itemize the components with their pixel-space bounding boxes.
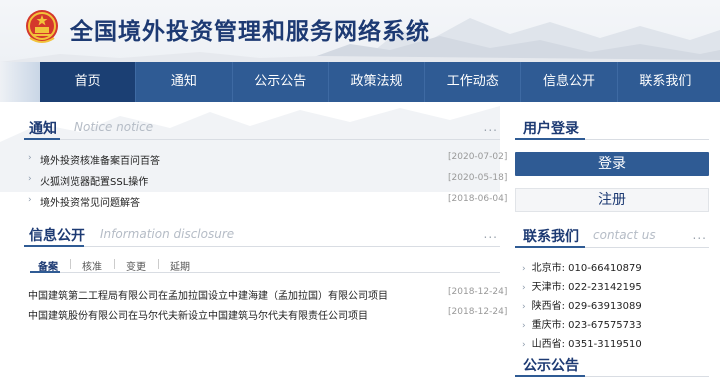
- nav-item-disclosure[interactable]: 信息公开: [521, 62, 618, 102]
- register-button[interactable]: 注册: [515, 188, 709, 212]
- contact-item: › 北京市: 010-66410879: [522, 263, 642, 274]
- tab-separator: [70, 259, 71, 269]
- nav-item-home[interactable]: 首页: [40, 62, 137, 102]
- nav-item-work-news[interactable]: 工作动态: [425, 62, 522, 102]
- disclosure-list-item[interactable]: 中国建筑股份有限公司在马尔代夫新设立中国建筑马尔代夫有限责任公司项目 [2018…: [28, 305, 507, 323]
- tab-change[interactable]: 变更: [126, 258, 146, 273]
- announce-title: 公示公告: [523, 358, 579, 374]
- disclosure-section-header: 信息公开 Information disclosure ...: [24, 225, 500, 247]
- contact-title: 联系我们: [523, 229, 579, 245]
- notice-title-en: Notice notice: [74, 120, 154, 134]
- main-nav: 首页 通知 公示公告 政策法规 工作动态 信息公开 联系我们: [40, 62, 713, 102]
- contact-more-link[interactable]: ...: [693, 228, 707, 242]
- active-tab-indicator: [30, 271, 60, 273]
- chevron-right-icon: ›: [522, 302, 526, 312]
- nav-item-announcement[interactable]: 公示公告: [233, 62, 329, 102]
- contact-item: › 重庆市: 023-67575733: [522, 320, 642, 331]
- notice-list-item[interactable]: › 境外投资核准备案百问百答 [2020-07-02]: [28, 150, 507, 168]
- contact-title-underline: [515, 246, 585, 248]
- site-header: 全国境外投资管理和服务网络系统: [0, 0, 720, 62]
- contact-item: › 山西省: 0351-3119510: [522, 339, 642, 350]
- disclosure-title-underline: [24, 245, 84, 247]
- notice-section-header: 通知 Notice notice ...: [24, 118, 500, 140]
- contact-section-header: 联系我们 contact us ...: [515, 226, 709, 248]
- nav-item-policy[interactable]: 政策法规: [329, 62, 426, 102]
- contact-item: › 天津市: 022-23142195: [522, 282, 642, 293]
- nav-item-notice[interactable]: 通知: [136, 62, 233, 102]
- user-login-section-header: 用户登录: [515, 118, 709, 140]
- site-title: 全国境外投资管理和服务网络系统: [70, 19, 430, 45]
- user-login-title-underline: [515, 138, 585, 140]
- disclosure-list-item[interactable]: 中国建筑第二工程局有限公司在孟加拉国设立中建海建（孟加拉国）有限公司项目 [20…: [28, 285, 507, 303]
- notice-title: 通知: [29, 121, 57, 137]
- login-button[interactable]: 登录: [515, 152, 709, 176]
- notice-list-item[interactable]: › 火狐浏览器配置SSL操作 [2020-05-18]: [28, 171, 507, 189]
- chevron-right-icon: ›: [28, 174, 32, 184]
- nav-item-contact[interactable]: 联系我们: [618, 62, 713, 102]
- chevron-right-icon: ›: [28, 153, 32, 163]
- tab-separator: [158, 259, 159, 269]
- notice-more-link[interactable]: ...: [484, 120, 498, 134]
- chevron-right-icon: ›: [522, 340, 526, 350]
- tab-extension[interactable]: 延期: [170, 258, 190, 273]
- nav-right-decoration: [713, 62, 720, 102]
- chevron-right-icon: ›: [522, 264, 526, 274]
- nav-wrap: [0, 62, 40, 102]
- notice-list-item[interactable]: › 境外投资常见问题解答 [2018-06-04]: [28, 192, 507, 210]
- user-login-title: 用户登录: [523, 121, 579, 137]
- notice-title-underline: [24, 138, 60, 140]
- tab-approval[interactable]: 核准: [82, 258, 102, 273]
- chevron-right-icon: ›: [522, 283, 526, 293]
- announce-section-header: 公示公告: [515, 355, 709, 377]
- contact-title-en: contact us: [593, 228, 656, 242]
- disclosure-more-link[interactable]: ...: [484, 227, 498, 241]
- tab-separator: [114, 259, 115, 269]
- chevron-right-icon: ›: [28, 195, 32, 205]
- chevron-right-icon: ›: [522, 321, 526, 331]
- disclosure-title: 信息公开: [29, 228, 85, 244]
- national-emblem-icon: [26, 10, 58, 43]
- contact-item: › 陕西省: 029-63913089: [522, 301, 642, 312]
- announce-title-underline: [515, 375, 585, 377]
- disclosure-title-en: Information disclosure: [100, 227, 235, 241]
- disclosure-tabs: 备案 核准 变更 延期: [30, 255, 500, 273]
